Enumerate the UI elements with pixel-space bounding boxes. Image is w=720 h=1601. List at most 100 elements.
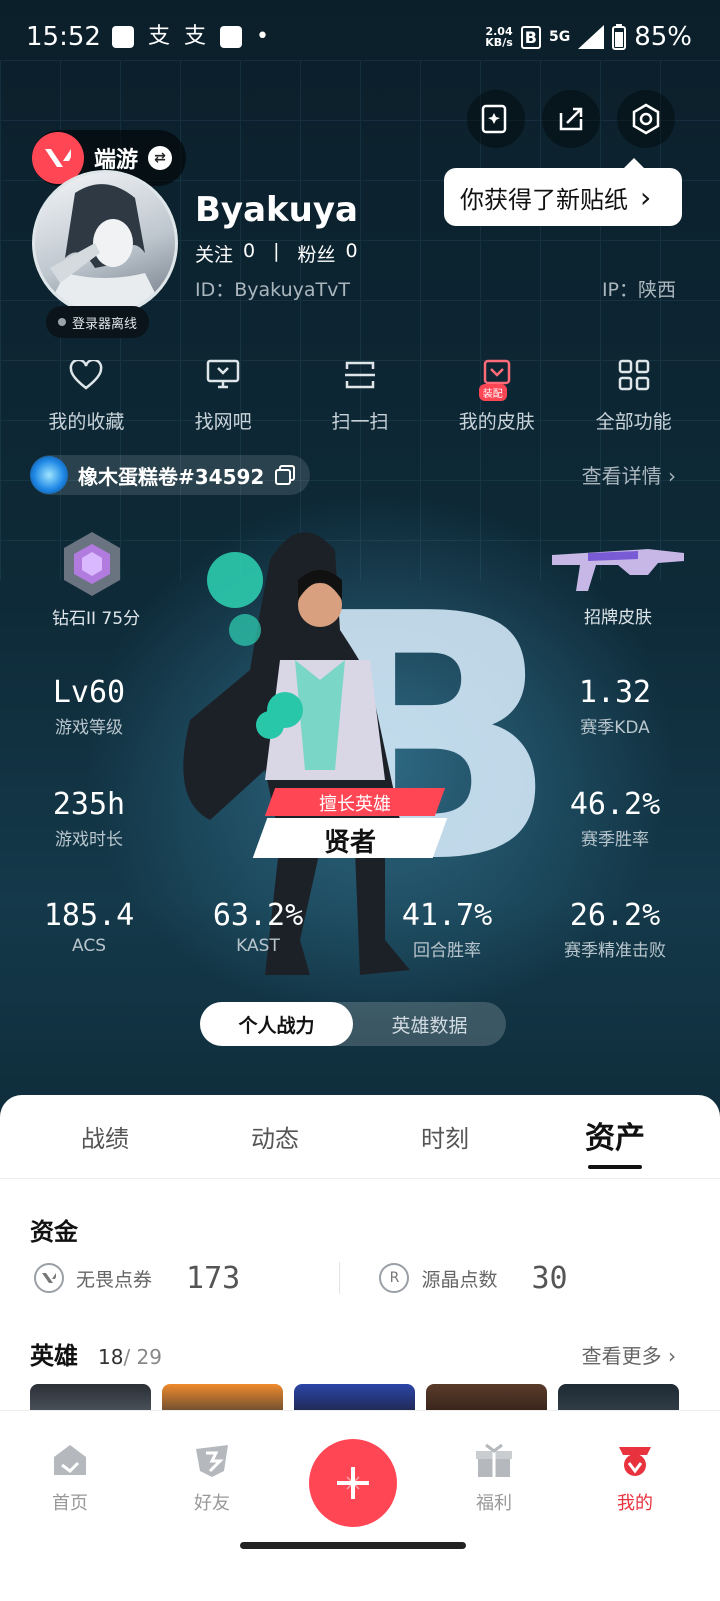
swap-icon: ⇄: [148, 146, 173, 170]
my-skins-button[interactable]: 装配 我的皮肤: [432, 355, 562, 434]
stat-playtime-label: 游戏时长: [55, 830, 123, 850]
stat-kda: 1.32 赛季KDA: [540, 675, 690, 738]
scan-button[interactable]: 扫一扫: [295, 355, 425, 434]
nav-home[interactable]: 首页: [20, 1441, 120, 1515]
stat-round-winrate-label: 回合胜率: [413, 941, 481, 961]
view-details-link[interactable]: 查看详情 ›: [582, 460, 676, 489]
fans-count[interactable]: 0: [346, 240, 358, 267]
agents-total: / 29: [123, 1345, 162, 1369]
view-more-link[interactable]: 查看更多 ›: [582, 1340, 676, 1369]
username: Byakuya: [195, 190, 358, 230]
stat-headshot-label: 赛季精准击败: [564, 941, 666, 961]
all-features-button[interactable]: 全部功能: [569, 355, 699, 434]
agents-title: 英雄: [30, 1342, 78, 1370]
stat-headshot: 26.2% 赛季精准击败: [540, 898, 690, 961]
dot-icon: •: [256, 24, 270, 49]
tab-moments[interactable]: 时刻: [385, 1095, 505, 1178]
all-features-label: 全部功能: [595, 411, 672, 433]
status-right: 2.04 KB/s B 5G 85%: [485, 22, 692, 52]
valorant-points[interactable]: 无畏点券 173: [34, 1261, 339, 1296]
notification-icons: 支 支 •: [112, 26, 269, 48]
sticker-button[interactable]: [467, 90, 525, 148]
best-agent-tag[interactable]: 擅长英雄 贤者: [250, 788, 460, 858]
launcher-status: 登录器离线: [46, 306, 150, 338]
find-netcafe-button[interactable]: 找网吧: [158, 355, 288, 434]
monitor-icon: [203, 355, 243, 395]
diamond-rank-icon: [64, 532, 120, 596]
nav-welfare-label: 福利: [476, 1493, 512, 1514]
bottom-navigation: 首页 好友 福利 我的: [0, 1410, 720, 1601]
settings-button[interactable]: [617, 90, 675, 148]
stat-acs-label: ACS: [72, 936, 106, 956]
tab-assets[interactable]: 资产: [555, 1095, 675, 1178]
alipay-icon: 支: [148, 24, 171, 49]
active-tab-indicator: [588, 1165, 642, 1169]
copy-icon[interactable]: [274, 464, 296, 486]
share-icon: [559, 107, 583, 131]
signature-skin[interactable]: 招牌皮肤: [548, 535, 688, 628]
favorites-button[interactable]: 我的收藏: [21, 355, 151, 434]
segment-agent-data[interactable]: 英雄数据: [353, 1002, 506, 1046]
stat-winrate-value: 46.2%: [569, 787, 661, 822]
sticker-edit-icon: [481, 104, 507, 134]
follow-stats[interactable]: 关注 0 | 粉丝 0: [195, 240, 358, 267]
valorant-points-icon: [34, 1263, 64, 1293]
nav-welfare[interactable]: 福利: [444, 1441, 544, 1515]
stat-round-winrate: 41.7% 回合胜率: [372, 898, 522, 961]
ip-location: IP：陕西: [601, 279, 676, 301]
agents-header: 英雄 18/ 29: [30, 1336, 162, 1371]
speed-unit: KB/s: [485, 36, 513, 49]
avatar[interactable]: [32, 170, 178, 316]
rank-badge[interactable]: 钻石II 75分: [52, 530, 141, 629]
segment-personal-power[interactable]: 个人战力: [200, 1002, 353, 1046]
find-netcafe-label: 找网吧: [194, 411, 252, 433]
stat-kast-label: KAST: [236, 936, 280, 956]
stat-playtime: 235h 游戏时长: [14, 787, 164, 850]
stat-acs: 185.4 ACS: [14, 898, 164, 956]
stat-level-value: Lv60: [52, 675, 126, 710]
mail-icon: [220, 26, 243, 48]
new-sticker-tooltip[interactable]: 你获得了新贴纸 ›: [444, 158, 682, 226]
following-count[interactable]: 0: [243, 240, 255, 267]
gift-icon: [476, 1443, 512, 1477]
data-segment-control: 个人战力 英雄数据: [200, 1002, 506, 1046]
rank-label: 钻石II 75分: [52, 609, 141, 629]
battery-level: 85%: [634, 22, 692, 52]
status-bar: 15:52 支 支 • 2.04 KB/s B 5G 85%: [0, 0, 720, 80]
stat-level-label: 游戏等级: [55, 718, 123, 738]
stat-round-winrate-value: 41.7%: [401, 898, 493, 933]
tab-feed-label: 动态: [251, 1125, 299, 1153]
stat-winrate: 46.2% 赛季胜率: [540, 787, 690, 850]
home-indicator[interactable]: [240, 1542, 466, 1549]
skin-badge: 装配: [478, 384, 507, 401]
riot-id-chip[interactable]: 橡木蛋糕卷#34592: [30, 455, 311, 495]
following-label[interactable]: 关注: [195, 240, 233, 267]
stat-kast: 63.2% KAST: [183, 898, 333, 956]
valorant-points-label: 无畏点券: [76, 1268, 153, 1291]
quick-actions: 我的收藏 找网吧 扫一扫 装配 我的皮肤 全部功能: [0, 355, 720, 434]
plus-icon: [337, 1467, 369, 1499]
share-button[interactable]: [542, 90, 600, 148]
create-post-button[interactable]: [309, 1439, 397, 1527]
radianite-points[interactable]: R 源晶点数 30: [379, 1261, 684, 1296]
nav-friends[interactable]: 好友: [162, 1441, 262, 1515]
user-id: ID：ByakuyaTvT: [195, 279, 350, 301]
riot-id-avatar-icon: [30, 456, 68, 494]
launcher-status-text: 登录器离线: [72, 316, 138, 332]
favorites-label: 我的收藏: [48, 411, 125, 433]
tab-record[interactable]: 战绩: [45, 1095, 165, 1178]
stat-kast-value: 63.2%: [212, 898, 304, 933]
tab-feed[interactable]: 动态: [215, 1095, 335, 1178]
stat-level: Lv60 游戏等级: [14, 675, 164, 738]
tab-assets-label: 资产: [585, 1121, 645, 1156]
chevron-right-icon: ›: [640, 180, 652, 214]
fans-label[interactable]: 粉丝: [298, 240, 336, 267]
best-agent-title: 擅长英雄: [319, 794, 391, 815]
funds-title: 资金: [30, 1218, 78, 1246]
grid-icon: [614, 355, 654, 395]
nav-profile-label: 我的: [617, 1493, 653, 1514]
nav-profile[interactable]: 我的: [585, 1441, 685, 1515]
stat-kda-label: 赛季KDA: [580, 718, 650, 738]
radianite-points-value: 30: [531, 1260, 568, 1296]
tooltip-text: 你获得了新贴纸: [460, 185, 628, 214]
